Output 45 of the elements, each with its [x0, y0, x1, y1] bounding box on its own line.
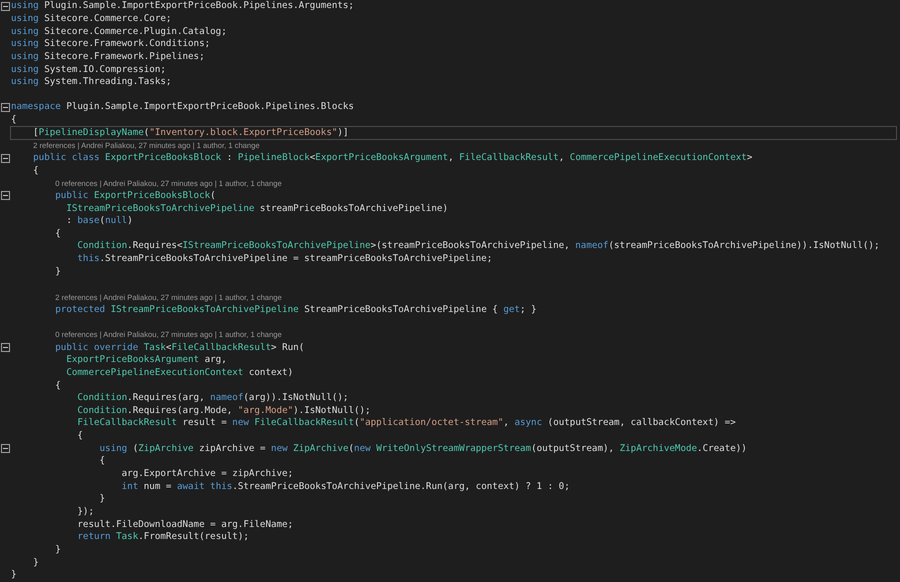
code-line: {	[98, 455, 106, 468]
collapse-icon[interactable]	[1, 154, 10, 162]
code-line: using Plugin.Sample.ImportExportPriceBook.Pipelines.Arguments;	[11, 0, 354, 12]
code-line: {	[54, 228, 61, 240]
collapse-icon[interactable]	[1, 102, 10, 112]
code-line: {	[54, 380, 61, 392]
code-line: }	[32, 556, 39, 568]
code-line: IStreamPriceBooksToArchivePipeline streamPriceBooksToArchivePipeline)	[65, 202, 448, 215]
code-line: }	[11, 569, 17, 582]
code-line: [PipelineDisplayName("Inventory.block.ExportPriceBooks")]	[11, 126, 896, 139]
code-line: return Task.FromResult(result);	[76, 531, 249, 544]
code-line: });	[76, 506, 94, 518]
code-line: CommercePipelineExecutionContext context)	[65, 366, 294, 379]
code-line: result.FileDownloadName = arg.FileName;	[76, 518, 294, 531]
code-line: this.StreamPriceBooksToArchivePipeline = streamPriceBooksToArchivePipeline;	[76, 253, 492, 266]
collapse-icon[interactable]	[1, 343, 10, 352]
code-line: Condition.Requires<IStreamPriceBooksToArchivePipeline>(streamPriceBooksToArchivePipeline, nameof(streamPriceBooksToArchivePipeline)).IsNotNull();	[76, 240, 880, 252]
code-line: using System.Threading.Tasks;	[11, 76, 172, 88]
code-line: {	[11, 114, 17, 126]
code-line: using Sitecore.Framework.Conditions;	[11, 38, 210, 50]
code-line: public override Task<FileCallbackResult> Run(	[54, 342, 304, 354]
code-line: using Sitecore.Framework.Pipelines;	[11, 50, 205, 63]
code-line: }	[54, 544, 61, 556]
code-line: arg.ExportArchive = zipArchive;	[120, 468, 294, 480]
code-line: using Sitecore.Commerce.Core;	[11, 12, 172, 25]
code-line: {	[32, 164, 39, 177]
collapse-icon[interactable]	[1, 444, 10, 454]
code-line: using Sitecore.Commerce.Plugin.Catalog;	[11, 26, 227, 38]
code-line: protected IStreamPriceBooksToArchivePipeline StreamPriceBooksToArchivePipeline { get; }	[54, 304, 537, 316]
code-line: }	[54, 266, 61, 278]
code-line: namespace Plugin.Sample.ImportExportPriceBook.Pipelines.Blocks	[11, 101, 354, 114]
code-line: using System.IO.Compression;	[11, 64, 166, 76]
code-line: Condition.Requires(arg, nameof(arg)).IsNotNull();	[76, 392, 348, 404]
code-line: int num = await this.StreamPriceBooksToArchivePipeline.Run(arg, context) ? 1 : 0;	[120, 480, 570, 493]
code-line: FileCallbackResult result = new FileCallbackResult("application/octet-stream", async (outputStream, callbackContext) =>	[76, 417, 736, 430]
code-line: using (ZipArchive zipArchive = new ZipArchive(new WriteOnlyStreamWrapperStream(outputStream), ZipArchiveMode.Create))	[98, 442, 747, 455]
code-line: public class ExportPriceBooksBlock : PipelineBlock<ExportPriceBooksArgument, FileCallbackResult, CommercePipelineExecutionContext>	[32, 152, 752, 164]
code-line: {	[76, 430, 83, 442]
collapse-icon[interactable]	[1, 2, 10, 11]
code-line: Condition.Requires(arg.Mode, "arg.Mode").IsNotNull();	[76, 404, 371, 417]
code-line: }	[98, 493, 106, 506]
code-line: ExportPriceBooksArgument arg,	[65, 354, 227, 366]
code-line: : base(null)	[65, 215, 133, 228]
code-line: public ExportPriceBooksBlock(	[54, 190, 216, 202]
collapse-icon[interactable]	[1, 191, 10, 200]
